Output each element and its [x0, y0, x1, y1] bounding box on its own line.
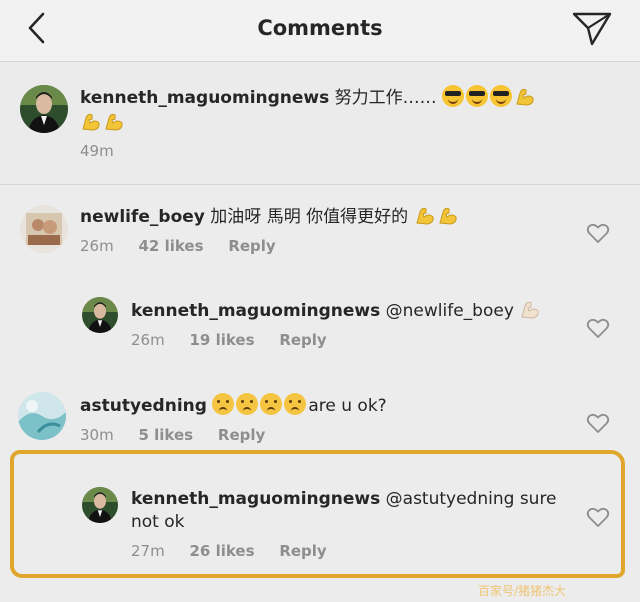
sad-face-emoji-icon: [260, 393, 283, 415]
likes-count[interactable]: 5 likes: [138, 426, 193, 444]
sunglasses-emoji-icon: [490, 85, 513, 107]
reply-button[interactable]: Reply: [218, 426, 265, 444]
sunglasses-emoji-icon: [442, 85, 465, 107]
comment-text-line: astutyedning are u ok?: [80, 393, 387, 417]
comment-text: 加油呀 馬明 你值得更好的: [210, 207, 409, 227]
comment-text: @newlife_boey: [385, 301, 514, 321]
comment-text-line: kenneth_maguomingnews @newlife_boey: [131, 298, 542, 322]
comment-username[interactable]: astutyedning: [80, 396, 207, 416]
profile-photo: [20, 205, 68, 253]
highlight-annotation: [10, 450, 625, 578]
timestamp: 26m: [80, 237, 114, 255]
flexed-biceps-icon: [521, 301, 539, 319]
likes-count[interactable]: 42 likes: [138, 237, 203, 255]
likes-count[interactable]: 19 likes: [189, 331, 254, 349]
profile-photo: [18, 392, 66, 440]
sunglasses-emoji-icon: [466, 85, 489, 107]
post-caption: kenneth_maguomingnews 努力工作…… 49m: [0, 63, 640, 185]
timestamp: 30m: [80, 426, 114, 444]
flexed-biceps-icon: [438, 207, 457, 225]
comment-meta: 26m 42 likes Reply: [80, 237, 296, 255]
heart-icon[interactable]: [586, 412, 610, 434]
reply-button[interactable]: Reply: [228, 237, 275, 255]
watermark: 百家号/猪猪杰大: [478, 584, 567, 598]
comment-username[interactable]: newlife_boey: [80, 207, 205, 227]
comment-meta: 30m 5 likes Reply: [80, 426, 285, 444]
timestamp: 26m: [131, 331, 165, 349]
reply-button[interactable]: Reply: [279, 331, 326, 349]
flexed-biceps-icon: [415, 207, 434, 225]
timestamp: 49m: [80, 142, 114, 160]
avatar[interactable]: [20, 205, 68, 253]
avatar[interactable]: [20, 85, 68, 133]
comment-username[interactable]: kenneth_maguomingnews: [131, 301, 380, 321]
comment-text-line: newlife_boey 加油呀 馬明 你值得更好的: [80, 204, 460, 228]
comment-meta: 26m 19 likes Reply: [131, 331, 347, 349]
flexed-biceps-icon: [105, 113, 123, 131]
caption-line-2: [80, 110, 126, 134]
caption-meta: 49m: [80, 142, 134, 160]
sad-face-emoji-icon: [236, 393, 259, 415]
flexed-biceps-icon: [516, 88, 534, 106]
caption-text: 努力工作……: [334, 88, 437, 108]
sad-face-emoji-icon: [284, 393, 307, 415]
header-bar: Comments: [0, 0, 640, 62]
page-title: Comments: [257, 16, 383, 40]
flexed-biceps-icon: [82, 113, 100, 131]
avatar[interactable]: [18, 392, 66, 440]
heart-icon[interactable]: [586, 222, 610, 244]
caption-username[interactable]: kenneth_maguomingnews: [80, 88, 329, 108]
avatar[interactable]: [82, 297, 118, 333]
heart-icon[interactable]: [586, 317, 610, 339]
sad-face-emoji-icon: [212, 393, 235, 415]
profile-photo: [20, 85, 68, 133]
profile-photo: [82, 297, 118, 333]
comment-text: are u ok?: [308, 396, 387, 416]
paper-plane-icon[interactable]: [568, 6, 616, 50]
caption-line: kenneth_maguomingnews 努力工作……: [80, 85, 537, 109]
